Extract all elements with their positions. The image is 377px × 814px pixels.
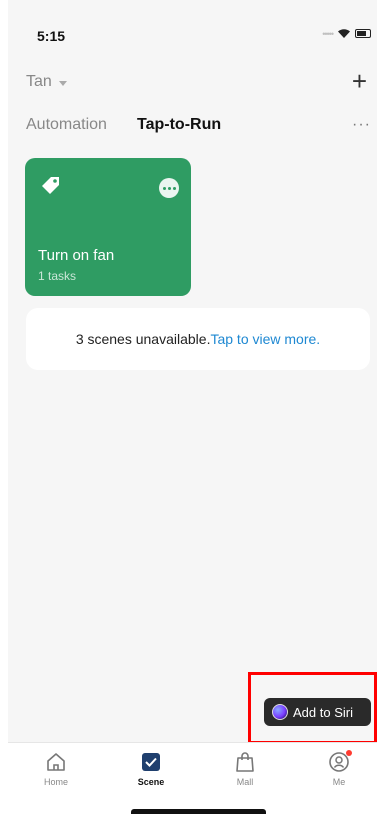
tab-automation[interactable]: Automation — [26, 116, 107, 134]
tab-tap-to-run[interactable]: Tap-to-Run — [137, 116, 221, 134]
shopping-bag-icon — [236, 752, 254, 772]
tab-scene[interactable]: Scene — [121, 751, 181, 787]
home-header: Tan + — [8, 68, 377, 98]
siri-icon — [272, 704, 288, 720]
tab-home-label: Home — [43, 777, 68, 787]
tab-scene-label: Scene — [137, 777, 165, 787]
status-icons: ••••• — [322, 28, 371, 39]
battery-icon — [355, 29, 371, 38]
caret-down-icon — [58, 80, 67, 86]
home-icon — [47, 753, 65, 771]
home-indicator — [131, 809, 266, 814]
home-selector[interactable]: Tan — [26, 73, 67, 91]
card-more-icon[interactable] — [159, 178, 179, 198]
scene-card[interactable]: Turn on fan 1 tasks — [25, 158, 191, 296]
wifi-icon — [338, 29, 350, 38]
tab-me[interactable]: Me — [309, 750, 369, 787]
bottom-tab-bar: Home Scene Mall Me — [8, 742, 377, 814]
scene-check-icon — [142, 753, 160, 771]
scene-title: Turn on fan — [38, 247, 115, 264]
tab-mall[interactable]: Mall — [215, 751, 275, 787]
notice-text: 3 scenes unavailable. — [75, 331, 211, 347]
app-screen: 5:15 ••••• Tan + Automation Tap-to-Run ·… — [8, 0, 377, 814]
view-more-link[interactable]: Tap to view more. — [210, 331, 320, 347]
add-button[interactable]: + — [352, 68, 367, 94]
tab-home[interactable]: Home — [26, 751, 86, 787]
notification-dot — [346, 750, 352, 756]
tab-me-label: Me — [332, 777, 346, 787]
unavailable-notice: 3 scenes unavailable.Tap to view more. — [26, 308, 370, 370]
status-time: 5:15 — [37, 28, 66, 44]
scene-tabs: Automation Tap-to-Run ··· — [8, 116, 377, 144]
scene-task-count: 1 tasks — [38, 269, 77, 283]
tab-mall-label: Mall — [236, 777, 254, 787]
signal-icon: ••••• — [322, 28, 334, 39]
status-bar: 5:15 ••••• — [8, 0, 377, 60]
add-to-siri-button[interactable]: Add to Siri — [264, 698, 371, 726]
siri-label: Add to Siri — [293, 704, 353, 720]
home-name-label: Tan — [26, 73, 52, 90]
more-options-button[interactable]: ··· — [352, 116, 371, 134]
tag-icon — [42, 177, 59, 194]
